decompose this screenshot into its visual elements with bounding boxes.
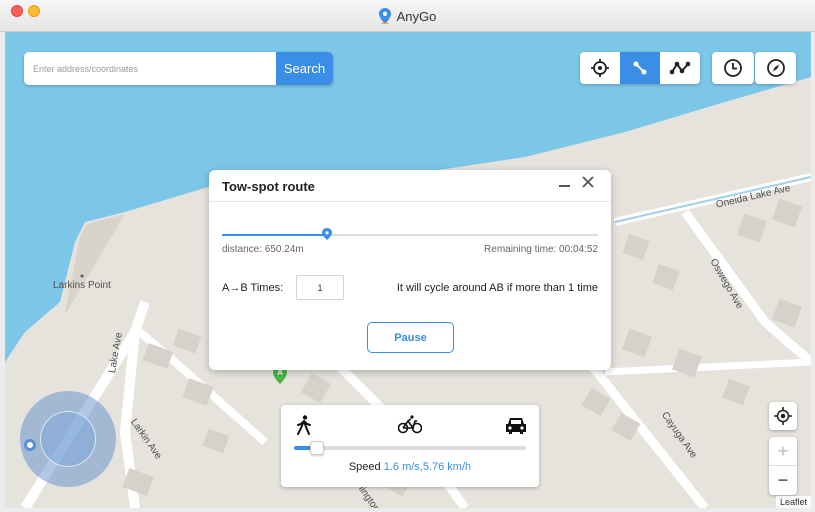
mode-toolbar <box>580 52 700 84</box>
speed-value: 1.6 m/s,5.76 km/h <box>383 461 472 473</box>
speed-slider-thumb[interactable] <box>310 441 325 455</box>
bike-icon <box>397 415 423 434</box>
map-pin-icon <box>378 8 391 27</box>
cycle-note: It will cycle around AB if more than 1 t… <box>396 282 598 294</box>
minimize-dialog-button[interactable] <box>559 185 570 187</box>
joystick-toggle[interactable] <box>24 439 36 451</box>
history-button[interactable] <box>712 52 754 84</box>
two-spot-route-icon <box>633 61 647 75</box>
search-bar: Search <box>24 52 333 85</box>
progress-pin-icon <box>322 227 333 240</box>
speed-readout: Speed 1.6 m/s,5.76 km/h <box>281 461 539 473</box>
car-icon <box>506 418 526 434</box>
zoom-out-button[interactable]: − <box>769 466 797 495</box>
remaining-time-text: Remaining time: 00:04:52 <box>484 244 598 255</box>
target-icon <box>774 407 792 425</box>
search-input[interactable] <box>24 52 275 85</box>
two-spot-route-dialog: Tow-spot route distance: 650.24m Remaini… <box>209 170 611 370</box>
pause-button[interactable]: Pause <box>367 322 454 353</box>
two-spot-mode-button[interactable] <box>620 52 660 84</box>
clock-icon <box>724 59 742 77</box>
joystick[interactable] <box>20 391 116 487</box>
teleport-mode-button[interactable] <box>580 52 620 84</box>
map-attribution[interactable]: Leaflet <box>775 496 811 508</box>
close-icon <box>582 176 594 188</box>
walk-icon <box>297 415 311 435</box>
speed-slider[interactable] <box>294 441 526 455</box>
history-toolbar <box>712 52 754 84</box>
bike-mode-button[interactable] <box>397 415 423 440</box>
walk-mode-button[interactable] <box>295 415 313 440</box>
map-view[interactable]: Larkins Point Lake Ave Larkin Ave Oneida… <box>5 32 811 508</box>
close-dialog-button[interactable] <box>581 175 595 189</box>
compass-icon <box>766 59 785 77</box>
window-title-text: AnyGo <box>396 9 437 24</box>
car-mode-button[interactable] <box>505 415 527 440</box>
dialog-header: Tow-spot route <box>209 170 611 202</box>
multi-spot-route-icon <box>669 61 691 75</box>
multi-spot-mode-button[interactable] <box>660 52 700 84</box>
route-progress-fill <box>222 234 328 236</box>
times-input[interactable] <box>296 275 344 300</box>
route-progress-bar <box>222 228 598 240</box>
speed-label: Speed <box>348 461 381 473</box>
crosshair-icon <box>591 59 609 77</box>
joystick-handle[interactable] <box>40 411 96 467</box>
zoom-in-button[interactable]: + <box>769 437 797 466</box>
compass-button[interactable] <box>755 52 796 84</box>
map-label-larkins-point: Larkins Point <box>53 280 111 291</box>
locate-me-button[interactable] <box>769 402 797 430</box>
dialog-title: Tow-spot route <box>222 179 315 194</box>
zoom-control: + − <box>769 437 797 495</box>
search-button[interactable]: Search <box>276 52 333 85</box>
speed-panel: Speed 1.6 m/s,5.76 km/h <box>281 405 539 487</box>
compass-toolbar <box>755 52 796 84</box>
distance-text: distance: 650.24m <box>222 244 304 255</box>
window-title: AnyGo <box>0 8 815 27</box>
times-label: A→B Times: <box>222 282 284 294</box>
title-bar: AnyGo <box>0 0 815 32</box>
